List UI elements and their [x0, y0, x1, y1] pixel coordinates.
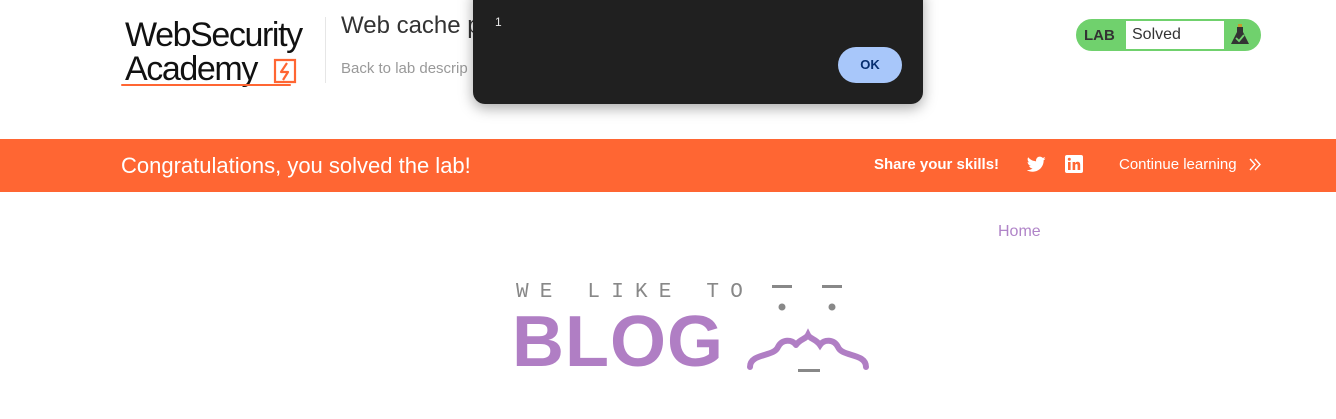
lab-badge-label: LAB [1084, 27, 1115, 44]
lab-status-badge: LAB Solved [1076, 19, 1261, 51]
dialog-ok-button[interactable]: OK [838, 47, 902, 83]
alert-dialog: 1 OK [473, 0, 923, 104]
lab-title: Web cache p [341, 12, 481, 39]
we-like-to-blog-logo: WE LIKE TO BLOG [512, 281, 872, 382]
blog-logo-tagline: WE LIKE TO [516, 281, 755, 304]
header-divider [325, 17, 326, 83]
banner-message: Congratulations, you solved the lab! [121, 153, 471, 178]
flask-check-icon [1231, 24, 1249, 44]
share-skills-label: Share your skills! [874, 156, 1000, 173]
blog-logo-word: BLOG [512, 302, 724, 382]
linkedin-icon[interactable] [1065, 155, 1083, 173]
web-security-academy-logo[interactable]: WebSecurity Academy [121, 16, 326, 92]
nav-home-link[interactable]: Home [998, 223, 1041, 241]
lab-badge-status: Solved [1126, 21, 1224, 49]
curly-brace-face-icon [747, 285, 869, 372]
back-to-lab-description-link[interactable]: Back to lab descrip [341, 60, 468, 77]
twitter-icon[interactable] [1027, 156, 1046, 173]
logo-bolt-icon [273, 58, 297, 84]
double-chevron-right-icon[interactable] [1249, 158, 1261, 171]
lab-solved-banner: Congratulations, you solved the lab! Sha… [0, 139, 1336, 192]
dialog-message: 1 [495, 15, 502, 29]
continue-learning-link[interactable]: Continue learning [1119, 156, 1237, 173]
logo-underline [121, 84, 291, 86]
